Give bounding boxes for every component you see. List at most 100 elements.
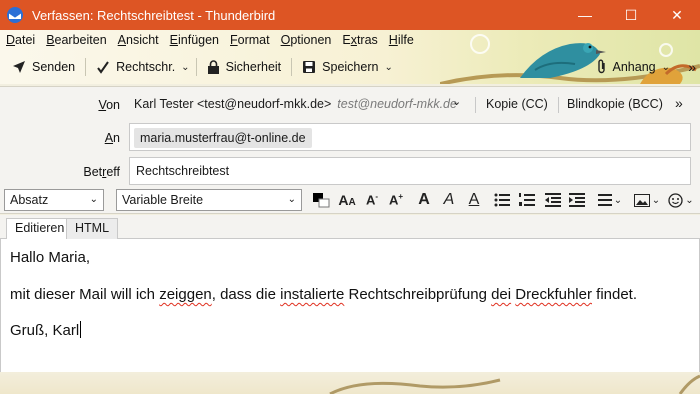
underline-button[interactable]: A	[463, 190, 485, 210]
menu-format[interactable]: Format	[230, 33, 270, 47]
to-label: An	[104, 131, 120, 145]
from-address-hint: test@neudorf-mkk.de	[337, 97, 457, 111]
text-cursor	[80, 321, 82, 338]
font-increase-icon: A+	[388, 192, 404, 208]
align-icon	[597, 194, 612, 206]
maximize-button[interactable]: ☐	[608, 0, 654, 30]
title-bar[interactable]: Verfassen: Rechtschreibtest - Thunderbir…	[0, 0, 700, 30]
theme-footer	[0, 372, 700, 394]
text-color-button[interactable]	[310, 190, 332, 210]
spelling-error: instalierte	[280, 286, 345, 303]
italic-icon: A	[443, 191, 455, 208]
menu-hilfe[interactable]: Hilfe	[389, 33, 414, 47]
message-body-editor[interactable]: Hallo Maria, mit dieser Mail will ich ze…	[0, 239, 700, 372]
tab-edit[interactable]: Editieren	[6, 218, 74, 240]
menu-bar: Datei Bearbeiten Ansicht Einfügen Format…	[0, 30, 425, 50]
subject-field[interactable]: Rechtschreibtest	[129, 157, 691, 185]
attach-area: Anhang ⌄	[593, 53, 670, 81]
from-dropdown-icon[interactable]: ⌄	[452, 95, 461, 108]
send-icon	[13, 61, 25, 73]
paragraph-style-select[interactable]: Absatz ⌄	[4, 189, 104, 211]
menu-einfuegen[interactable]: Einfügen	[170, 33, 219, 47]
bold-button[interactable]: A	[413, 190, 435, 210]
body-sentence: mit dieser Mail will ich zeiggen, dass d…	[10, 286, 638, 303]
more-fields-button[interactable]: »	[675, 95, 683, 111]
body-greeting: Hallo Maria,	[10, 249, 91, 266]
minimize-button[interactable]: —	[562, 0, 608, 30]
spellcheck-icon	[97, 61, 109, 74]
close-window-button[interactable]: ✕	[654, 0, 700, 30]
underline-icon: A	[468, 191, 480, 208]
bcc-button[interactable]: Blindkopie (BCC)	[567, 97, 663, 111]
to-field[interactable]: maria.musterfrau@t-online.de	[129, 123, 691, 151]
spelling-error: Dreckfuhler	[515, 286, 592, 303]
editor-tabs: Editieren HTML	[0, 215, 700, 240]
format-toolbar: Absatz ⌄ Variable Breite ⌄ AA A- A+ A A A …	[0, 186, 700, 214]
smiley-icon	[668, 192, 683, 208]
save-icon	[303, 61, 316, 73]
theme-branch-artwork	[329, 374, 700, 394]
window-title: Verfassen: Rechtschreibtest - Thunderbir…	[32, 7, 276, 23]
attach-button[interactable]: Anhang	[593, 54, 660, 80]
chevron-down-icon: ⌄	[287, 194, 296, 205]
menu-bearbeiten[interactable]: Bearbeiten	[46, 33, 106, 47]
chevron-down-icon: ⌄	[651, 194, 661, 206]
spelling-error: dei	[491, 286, 512, 303]
subject-label: Betreff	[83, 165, 120, 179]
toolbar-divider	[291, 58, 293, 76]
toolbar-divider	[85, 58, 87, 76]
font-decrease-icon: A-	[365, 192, 379, 208]
outdent-button[interactable]	[542, 190, 564, 210]
outdent-icon	[545, 193, 561, 207]
lock-icon	[207, 60, 219, 74]
paperclip-icon	[597, 59, 605, 74]
from-identity-select[interactable]: Karl Tester <test@neudorf-mkk.de> test@n…	[134, 97, 457, 111]
chevron-down-icon: ⌄	[685, 194, 694, 206]
indent-icon	[569, 193, 585, 207]
theme-header: Datei Bearbeiten Ansicht Einfügen Format…	[0, 30, 700, 84]
toolbar-overflow-button[interactable]: »	[688, 53, 696, 81]
spelling-button[interactable]: Rechtschr.	[92, 54, 179, 80]
chevron-down-icon: ⌄	[613, 194, 623, 206]
italic-button[interactable]: A	[438, 190, 460, 210]
menu-optionen[interactable]: Optionen	[281, 33, 332, 47]
font-select[interactable]: Variable Breite ⌄	[116, 189, 302, 211]
smaller-font-button[interactable]: AA	[336, 190, 358, 210]
bold-icon: A	[418, 191, 430, 208]
security-button[interactable]: Sicherheit	[203, 54, 286, 80]
increase-font-button[interactable]: A+	[385, 190, 407, 210]
recipient-pill[interactable]: maria.musterfrau@t-online.de	[134, 128, 312, 148]
insert-image-button[interactable]: ⌄	[632, 190, 662, 210]
thunderbird-app-icon	[7, 7, 23, 23]
text-color-icon	[313, 193, 330, 208]
save-button[interactable]: Speichern	[298, 54, 382, 80]
attach-dropdown-icon[interactable]: ⌄	[662, 62, 670, 73]
menu-ansicht[interactable]: Ansicht	[118, 33, 159, 47]
maximize-icon: ☐	[624, 6, 638, 23]
cc-button[interactable]: Kopie (CC)	[486, 97, 548, 111]
chevron-down-icon: ⌄	[89, 194, 98, 205]
bullet-list-icon	[494, 193, 510, 207]
toolbar-divider	[195, 58, 197, 76]
address-area: Von Karl Tester <test@neudorf-mkk.de> te…	[0, 86, 700, 186]
insert-smiley-button[interactable]: ⌄	[666, 190, 696, 210]
bullet-list-button[interactable]	[491, 190, 513, 210]
font-size-icon: AA	[338, 192, 356, 208]
numbered-list-button[interactable]	[516, 190, 538, 210]
tab-html[interactable]: HTML	[66, 218, 119, 239]
divider	[475, 97, 476, 113]
align-button[interactable]: ⌄	[596, 190, 624, 210]
menu-extras[interactable]: Extras	[342, 33, 377, 47]
divider	[558, 97, 559, 113]
subject-value: Rechtschreibtest	[136, 164, 230, 178]
save-dropdown-icon[interactable]: ⌄	[384, 62, 392, 73]
compose-toolbar: Senden Rechtschr. ⌄ Sicherheit Speichern…	[0, 53, 700, 81]
menu-datei[interactable]: Datei	[6, 33, 35, 47]
body-signature: Gruß, Karl	[10, 321, 82, 339]
send-button[interactable]: Senden	[8, 54, 79, 80]
close-icon: ✕	[671, 6, 683, 23]
spelling-dropdown-icon[interactable]: ⌄	[181, 62, 189, 73]
overflow-chevron-icon: »	[688, 59, 696, 75]
decrease-font-button[interactable]: A-	[361, 190, 383, 210]
indent-button[interactable]	[566, 190, 588, 210]
